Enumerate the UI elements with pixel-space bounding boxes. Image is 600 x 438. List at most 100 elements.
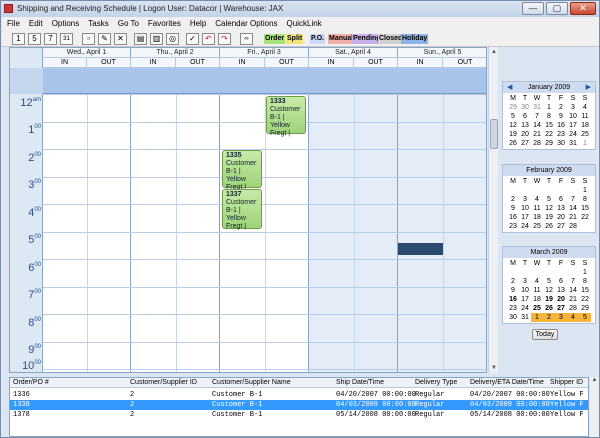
date-cell[interactable]: 1 bbox=[579, 268, 591, 277]
menu-tasks[interactable]: Tasks bbox=[83, 17, 112, 28]
date-cell[interactable]: 1 bbox=[579, 186, 591, 195]
date-cell[interactable]: 13 bbox=[555, 204, 567, 213]
date-cell[interactable]: 17 bbox=[519, 213, 531, 222]
date-cell-selected[interactable]: 4 bbox=[567, 313, 579, 322]
date-cell[interactable]: 10 bbox=[567, 112, 579, 121]
date-cell[interactable]: 7 bbox=[567, 277, 579, 286]
date-cell[interactable]: 14 bbox=[567, 204, 579, 213]
date-cell[interactable]: 2 bbox=[555, 103, 567, 112]
menu-edit[interactable]: Edit bbox=[24, 17, 47, 28]
date-cell[interactable]: 28 bbox=[567, 222, 579, 231]
scroll-up-icon[interactable]: ▲ bbox=[489, 47, 499, 57]
date-cell[interactable]: 16 bbox=[507, 295, 519, 304]
date-cell[interactable]: 24 bbox=[567, 130, 579, 139]
date-cell[interactable]: 8 bbox=[579, 277, 591, 286]
date-cell[interactable]: 2 bbox=[507, 277, 519, 286]
menu-options[interactable]: Options bbox=[47, 17, 84, 28]
date-cell[interactable]: 25 bbox=[531, 304, 543, 313]
date-cell[interactable]: 17 bbox=[567, 121, 579, 130]
date-cell[interactable]: 5 bbox=[543, 195, 555, 204]
date-cell[interactable]: 12 bbox=[543, 204, 555, 213]
date-cell[interactable]: 3 bbox=[519, 277, 531, 286]
date-cell[interactable]: 30 bbox=[555, 139, 567, 148]
date-cell[interactable]: 7 bbox=[531, 112, 543, 121]
date-cell[interactable]: 12 bbox=[543, 286, 555, 295]
date-cell[interactable]: 15 bbox=[579, 286, 591, 295]
date-cell[interactable]: 11 bbox=[531, 286, 543, 295]
col-delivery-date[interactable]: Delivery/ETA Date/Time bbox=[470, 378, 544, 388]
date-cell[interactable]: 18 bbox=[579, 121, 591, 130]
date-cell[interactable]: 22 bbox=[579, 295, 591, 304]
date-cell[interactable]: 12 bbox=[507, 121, 519, 130]
date-cell[interactable]: 19 bbox=[543, 213, 555, 222]
date-cell[interactable]: 3 bbox=[519, 195, 531, 204]
appointment[interactable]: 1337 Customer B-1 | Yellow Fregt | bbox=[222, 189, 262, 230]
table-row-selected[interactable]: 1338 2 Customer B-1 04/03/2009 00:00:00 … bbox=[10, 400, 588, 410]
date-cell[interactable]: 22 bbox=[579, 213, 591, 222]
menu-quicklink[interactable]: QuickLink bbox=[282, 17, 326, 28]
date-cell[interactable]: 21 bbox=[531, 130, 543, 139]
day-header-wed[interactable]: Wed., April 1 bbox=[43, 48, 131, 58]
col-order-po[interactable]: Order/PO # bbox=[13, 378, 49, 388]
date-cell[interactable]: 16 bbox=[507, 213, 519, 222]
date-cell[interactable]: 20 bbox=[555, 213, 567, 222]
date-cell[interactable]: 1 bbox=[579, 139, 591, 148]
list-scrollbar[interactable]: ▲ bbox=[590, 377, 599, 437]
date-cell-selected[interactable]: 5 bbox=[579, 313, 591, 322]
col-shipper-id[interactable]: Shipper ID bbox=[550, 378, 583, 388]
col-customer-name[interactable]: Customer/Supplier Name bbox=[212, 378, 291, 388]
new-appointment-icon[interactable]: ▫ bbox=[82, 33, 95, 45]
date-cell-selected[interactable]: 3 bbox=[555, 313, 567, 322]
undo-icon[interactable]: ↶ bbox=[202, 33, 215, 45]
date-cell[interactable]: 9 bbox=[555, 112, 567, 121]
date-cell[interactable]: 23 bbox=[555, 130, 567, 139]
menu-calendar-options[interactable]: Calendar Options bbox=[210, 17, 281, 28]
date-cell[interactable]: 21 bbox=[567, 295, 579, 304]
scroll-down-icon[interactable]: ▼ bbox=[489, 363, 499, 373]
menu-file[interactable]: File bbox=[2, 17, 24, 28]
day-header-sat[interactable]: Sat., April 4 bbox=[309, 48, 398, 58]
appointment[interactable]: 1333 Customer B-1 | Yellow Fregt | bbox=[266, 96, 306, 137]
allday-area[interactable] bbox=[43, 68, 486, 94]
minimize-button[interactable]: — bbox=[522, 2, 544, 15]
col-delivery-type[interactable]: Delivery Type bbox=[415, 378, 457, 388]
menu-goto[interactable]: Go To bbox=[113, 17, 143, 28]
date-cell[interactable]: 10 bbox=[519, 204, 531, 213]
title-bar[interactable]: Shipping and Receiving Schedule | Logon … bbox=[1, 1, 599, 17]
week-calendar[interactable]: Wed., April 1 Thu., April 2 Fri., April … bbox=[9, 47, 487, 373]
date-cell[interactable]: 5 bbox=[507, 112, 519, 121]
date-cell-selected[interactable]: 1 bbox=[531, 313, 543, 322]
scroll-up-icon[interactable]: ▲ bbox=[590, 377, 599, 383]
date-cell[interactable]: 26 bbox=[507, 139, 519, 148]
date-cell[interactable]: 25 bbox=[531, 222, 543, 231]
date-cell[interactable]: 11 bbox=[579, 112, 591, 121]
next-month-icon[interactable]: ▶ bbox=[586, 82, 591, 93]
date-cell[interactable]: 27 bbox=[519, 139, 531, 148]
date-cell[interactable]: 29 bbox=[579, 304, 591, 313]
date-cell[interactable]: 28 bbox=[567, 304, 579, 313]
date-cell[interactable]: 3 bbox=[567, 103, 579, 112]
selected-time-slot[interactable] bbox=[398, 243, 443, 255]
print-preview-icon[interactable]: ▥ bbox=[150, 33, 163, 45]
date-cell[interactable]: 31 bbox=[567, 139, 579, 148]
delete-icon[interactable]: ✕ bbox=[114, 33, 127, 45]
date-cell[interactable]: 15 bbox=[543, 121, 555, 130]
day-header-sun[interactable]: Sun., April 5 bbox=[398, 48, 486, 58]
date-cell[interactable]: 9 bbox=[507, 286, 519, 295]
week-view-button[interactable]: 7 bbox=[44, 33, 57, 45]
date-cell[interactable]: 30 bbox=[507, 313, 519, 322]
month-view-button[interactable]: 31 bbox=[60, 33, 73, 45]
menu-favorites[interactable]: Favorites bbox=[143, 17, 185, 28]
date-cell[interactable]: 27 bbox=[555, 304, 567, 313]
appointment[interactable]: 1335 Customer B-1 | Yellow Fregt | bbox=[222, 150, 262, 191]
day-view-button[interactable]: 1 bbox=[12, 33, 25, 45]
date-cell[interactable]: 14 bbox=[531, 121, 543, 130]
minical-february[interactable]: February 2009 MTWTFSS 1 2345678 9 10 11 12 1… bbox=[502, 164, 596, 233]
edit-appointment-icon[interactable]: ✎ bbox=[98, 33, 111, 45]
date-cell[interactable]: 14 bbox=[567, 286, 579, 295]
minical-march[interactable]: March 2009 MTWTFSS 1 2345678 9 10 11 12 13 14… bbox=[502, 246, 596, 324]
date-cell[interactable]: 26 bbox=[543, 222, 555, 231]
date-cell[interactable]: 23 bbox=[507, 304, 519, 313]
date-cell[interactable]: 29 bbox=[507, 103, 519, 112]
date-cell[interactable]: 26 bbox=[543, 304, 555, 313]
